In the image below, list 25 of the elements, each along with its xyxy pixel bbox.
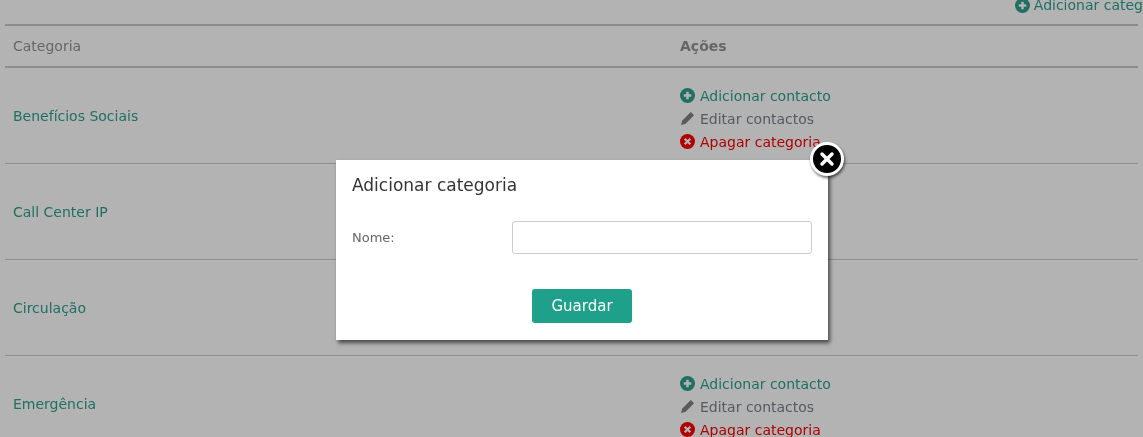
column-header: Categoria	[5, 25, 672, 67]
category-link[interactable]: Call Center IP	[13, 203, 108, 220]
name-label: Nome:	[352, 230, 396, 245]
add-contact-link[interactable]: Adicionar contacto	[680, 374, 831, 393]
pencil-icon	[680, 399, 695, 414]
close-circle-icon	[680, 134, 695, 149]
add-category-link[interactable]: Adicionar categ	[1014, 0, 1143, 13]
dialog-title: Adicionar categoria	[352, 175, 519, 195]
save-button[interactable]: Guardar	[532, 289, 632, 323]
category-link[interactable]: Circulação	[13, 299, 86, 316]
plus-circle-icon	[1014, 0, 1030, 13]
edit-contacts-link[interactable]: Editar contactos	[680, 397, 815, 416]
category-link[interactable]: Emergência	[13, 395, 97, 412]
category-link[interactable]: Benefícios Sociais	[13, 107, 139, 124]
delete-category-link[interactable]: Apagar categoria	[680, 420, 821, 437]
plus-circle-icon	[680, 88, 695, 103]
close-circle-icon	[680, 422, 695, 437]
delete-category-link[interactable]: Apagar categoria	[680, 132, 821, 151]
add-contact-link[interactable]: Adicionar contacto	[680, 86, 831, 105]
edit-contacts-link[interactable]: Editar contactos	[680, 109, 815, 128]
pencil-icon	[680, 111, 695, 126]
plus-circle-icon	[680, 376, 695, 391]
name-input-field[interactable]	[512, 221, 812, 254]
close-icon	[819, 151, 835, 167]
column-header: Ações	[672, 25, 1138, 67]
